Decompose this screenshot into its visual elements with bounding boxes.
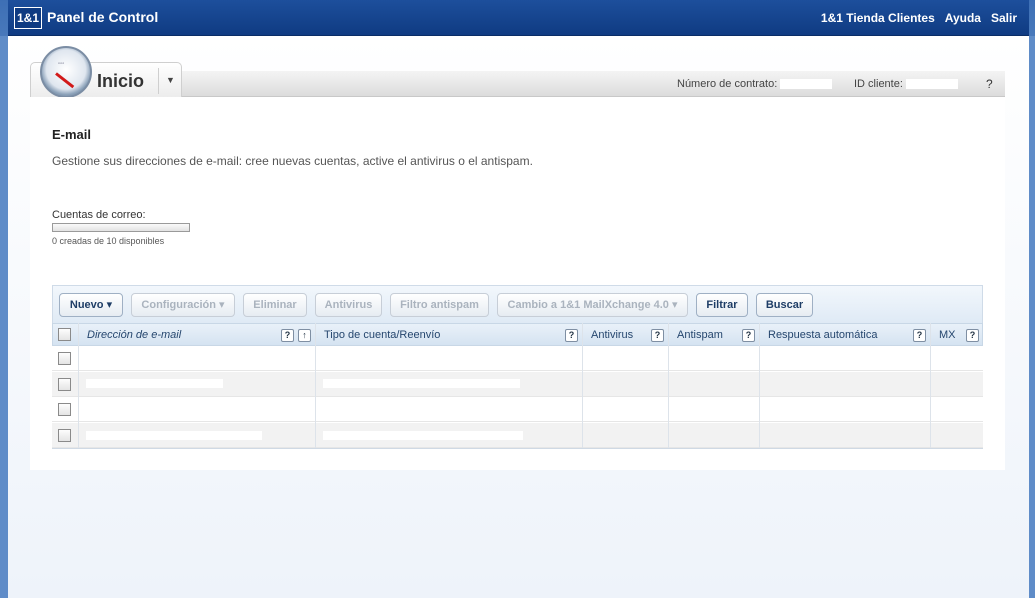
redacted-account-type bbox=[323, 379, 520, 388]
link-ayuda[interactable]: Ayuda bbox=[945, 11, 981, 25]
chevron-down-icon[interactable]: ▼ bbox=[166, 75, 175, 85]
top-bar: 1&1 Panel de Control 1&1 Tienda Clientes… bbox=[8, 0, 1029, 36]
select-all-checkbox[interactable] bbox=[58, 328, 71, 341]
column-divider bbox=[582, 323, 583, 448]
table-bottom-border bbox=[52, 448, 983, 449]
row-checkbox[interactable] bbox=[58, 429, 71, 442]
page-description: Gestione sus direcciones de e-mail: cree… bbox=[52, 154, 533, 168]
table-row[interactable] bbox=[52, 346, 983, 371]
tab-title: Inicio bbox=[97, 71, 145, 91]
help-icon[interactable]: ? bbox=[651, 329, 664, 342]
brand-logo[interactable]: 1&1 bbox=[14, 7, 42, 29]
contract-number: Número de contrato: bbox=[677, 78, 833, 90]
help-icon[interactable]: ? bbox=[565, 329, 578, 342]
redacted-account-type bbox=[323, 431, 523, 440]
help-icon[interactable]: ? bbox=[742, 329, 755, 342]
help-button[interactable]: ? bbox=[986, 77, 993, 91]
col-account-type[interactable]: Tipo de cuenta/Reenvío bbox=[324, 329, 440, 341]
quota-label: Cuentas de correo: bbox=[52, 209, 146, 221]
gauge-needle bbox=[55, 72, 75, 89]
app-title: Panel de Control bbox=[47, 9, 159, 25]
antispam-filter-button[interactable]: Filtro antispam bbox=[390, 293, 489, 317]
client-id: ID cliente: bbox=[854, 78, 958, 90]
link-salir[interactable]: Salir bbox=[991, 11, 1017, 25]
col-email[interactable]: Dirección de e-mail bbox=[87, 329, 181, 341]
row-checkbox[interactable] bbox=[58, 378, 71, 391]
redacted-email bbox=[86, 379, 223, 388]
col-antispam[interactable]: Antispam bbox=[677, 329, 723, 341]
contract-label: Número de contrato: bbox=[677, 78, 778, 90]
row-checkbox[interactable] bbox=[58, 403, 71, 416]
speedometer-icon: ◦◦◦ bbox=[40, 46, 92, 98]
link-tienda-clientes[interactable]: 1&1 Tienda Clientes bbox=[821, 11, 935, 25]
search-button[interactable]: Buscar bbox=[756, 293, 813, 317]
quota-status: 0 creadas de 10 disponibles bbox=[52, 236, 165, 246]
column-divider bbox=[759, 323, 760, 448]
filter-button[interactable]: Filtrar bbox=[696, 293, 748, 317]
col-antivirus[interactable]: Antivirus bbox=[591, 329, 633, 341]
top-links: 1&1 Tienda Clientes Ayuda Salir bbox=[821, 11, 1017, 25]
configuration-button[interactable]: Configuración ▾ bbox=[131, 293, 235, 317]
new-button[interactable]: Nuevo ▾ bbox=[59, 293, 123, 317]
col-autoresponder[interactable]: Respuesta automática bbox=[768, 329, 877, 341]
help-icon[interactable]: ? bbox=[966, 329, 979, 342]
column-divider bbox=[930, 323, 931, 448]
gauge-dial: ◦◦◦ bbox=[58, 61, 65, 67]
page-title: E-mail bbox=[52, 127, 92, 142]
column-divider bbox=[78, 323, 79, 448]
table-row[interactable] bbox=[52, 397, 983, 422]
help-icon[interactable]: ? bbox=[913, 329, 926, 342]
mailxchange-button[interactable]: Cambio a 1&1 MailXchange 4.0 ▾ bbox=[497, 293, 688, 317]
left-border bbox=[0, 36, 8, 598]
redacted-value bbox=[905, 79, 958, 90]
row-checkbox[interactable] bbox=[58, 352, 71, 365]
col-mx[interactable]: MX bbox=[939, 329, 956, 341]
help-icon[interactable]: ? bbox=[281, 329, 294, 342]
tab-divider bbox=[158, 68, 159, 94]
right-border bbox=[1029, 36, 1035, 598]
redacted-email bbox=[86, 431, 262, 440]
antivirus-button[interactable]: Antivirus bbox=[315, 293, 382, 317]
column-divider bbox=[315, 323, 316, 448]
sort-arrow-icon[interactable]: ↑ bbox=[298, 329, 311, 342]
quota-progress-bar bbox=[52, 223, 190, 232]
delete-button[interactable]: Eliminar bbox=[243, 293, 307, 317]
column-divider bbox=[668, 323, 669, 448]
client-label: ID cliente: bbox=[854, 78, 903, 90]
redacted-value bbox=[780, 79, 833, 90]
